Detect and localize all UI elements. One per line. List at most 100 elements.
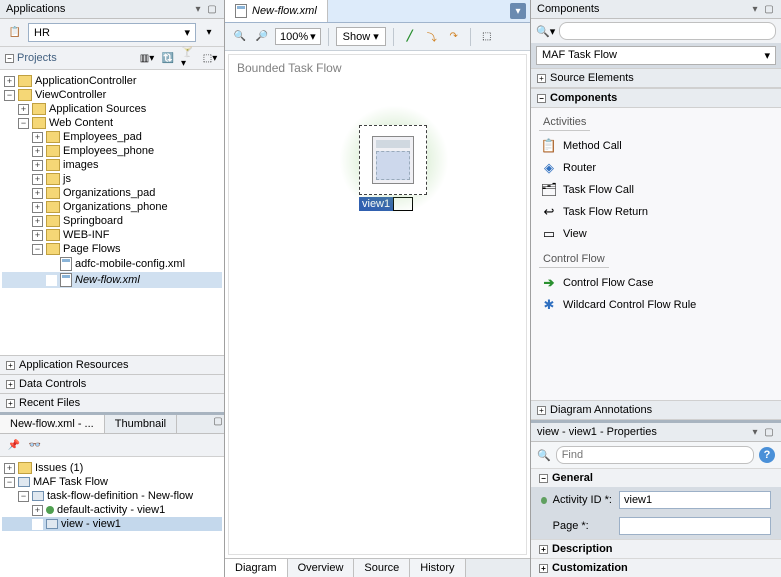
tree-node-default-activity[interactable]: +default-activity - view1 bbox=[2, 503, 222, 517]
project-layout-btn[interactable]: ⬚▾ bbox=[201, 50, 219, 66]
tab-source[interactable]: Source bbox=[354, 559, 410, 577]
tree-node-viewcontroller[interactable]: −ViewController bbox=[2, 88, 222, 102]
zoom-out-icon[interactable]: 🔎 bbox=[253, 29, 271, 45]
help-icon[interactable]: ? bbox=[759, 447, 775, 463]
application-selector[interactable]: HR ▾ bbox=[28, 23, 196, 42]
view-activity-node[interactable]: view1 bbox=[359, 125, 429, 211]
chevron-down-icon: ▾ bbox=[764, 49, 770, 62]
chevron-down-icon: ▾ bbox=[373, 30, 379, 43]
component-search-input[interactable] bbox=[559, 22, 776, 40]
source-elements-section[interactable]: +Source Elements bbox=[531, 68, 781, 88]
page-input[interactable] bbox=[619, 517, 771, 535]
thumbnail-tab[interactable]: Thumbnail bbox=[105, 415, 177, 433]
tree-node-images[interactable]: +images bbox=[2, 158, 222, 172]
tree-node-empphone[interactable]: +Employees_phone bbox=[2, 144, 222, 158]
app-dropdown-icon[interactable]: 📋 bbox=[6, 25, 24, 41]
property-find-input[interactable] bbox=[556, 446, 754, 464]
page-label: Page *: bbox=[553, 520, 613, 532]
tree-node-springboard[interactable]: +Springboard bbox=[2, 214, 222, 228]
comp-wildcard-flow[interactable]: ✱Wildcard Control Flow Rule bbox=[531, 294, 781, 316]
project-tree[interactable]: +ApplicationController −ViewController +… bbox=[0, 70, 224, 355]
comp-view[interactable]: ▭View bbox=[531, 223, 781, 245]
description-section[interactable]: +Description bbox=[531, 539, 781, 558]
components-panel-header[interactable]: Components ▾▢ bbox=[531, 0, 781, 19]
xml-file-icon bbox=[235, 4, 247, 18]
projects-collapse-icon[interactable]: − bbox=[5, 54, 14, 63]
canvas-title: Bounded Task Flow bbox=[237, 61, 342, 75]
comp-router[interactable]: ◈Router bbox=[531, 157, 781, 179]
recent-files-section[interactable]: +Recent Files bbox=[0, 393, 224, 412]
panel-menu-icon[interactable]: ▾ bbox=[192, 3, 204, 15]
panel-menu-icon[interactable]: ▾ bbox=[749, 426, 761, 438]
refresh-btn[interactable]: 🔃 bbox=[159, 50, 177, 66]
panel-restore-icon[interactable]: ▢ bbox=[763, 3, 775, 15]
comp-method-call[interactable]: 📋Method Call bbox=[531, 135, 781, 157]
working-sets-btn[interactable]: 🍸▾ bbox=[180, 50, 198, 66]
editor-tab[interactable]: New-flow.xml bbox=[225, 0, 328, 22]
comp-taskflow-call[interactable]: 🗂Task Flow Call bbox=[531, 179, 781, 201]
applications-label: Applications bbox=[6, 3, 65, 15]
project-display-btn[interactable]: ▥▾ bbox=[138, 50, 156, 66]
show-menu[interactable]: Show▾ bbox=[336, 27, 386, 46]
comp-taskflow-return[interactable]: ↩Task Flow Return bbox=[531, 201, 781, 223]
folder-icon bbox=[32, 117, 46, 129]
data-controls-section[interactable]: +Data Controls bbox=[0, 374, 224, 393]
tree-node-view[interactable]: view - view1 bbox=[2, 517, 222, 531]
general-section[interactable]: −General bbox=[531, 468, 781, 487]
structure-tree[interactable]: +Issues (1) −MAF Task Flow −task-flow-de… bbox=[0, 457, 224, 577]
application-name: HR bbox=[34, 27, 50, 39]
folder-icon bbox=[46, 215, 60, 227]
tab-diagram[interactable]: Diagram bbox=[225, 559, 288, 577]
folder-icon bbox=[18, 462, 32, 474]
flow-curve-icon[interactable]: ↷ bbox=[445, 29, 463, 45]
tree-node-emppad[interactable]: +Employees_pad bbox=[2, 130, 222, 144]
folder-icon bbox=[46, 131, 60, 143]
tree-node-webcontent[interactable]: −Web Content bbox=[2, 116, 222, 130]
tree-node-pageflows[interactable]: −Page Flows bbox=[2, 242, 222, 256]
zoom-select[interactable]: 100%▾ bbox=[275, 28, 321, 45]
tree-node-orgpad[interactable]: +Organizations_pad bbox=[2, 186, 222, 200]
tree-node-appsources[interactable]: +Application Sources bbox=[2, 102, 222, 116]
new-view-btn[interactable]: 👓 bbox=[26, 437, 44, 453]
properties-title: view - view1 - Properties bbox=[537, 426, 657, 438]
tab-list-icon[interactable]: ▾ bbox=[510, 3, 526, 19]
folder-icon bbox=[46, 145, 60, 157]
tree-node-js[interactable]: +js bbox=[2, 172, 222, 186]
show-warnings-icon[interactable]: ⬚ bbox=[478, 29, 496, 45]
tree-node-maf[interactable]: −MAF Task Flow bbox=[2, 475, 222, 489]
activity-id-input[interactable] bbox=[619, 491, 771, 509]
panel-restore-icon[interactable]: ▢ bbox=[206, 3, 218, 15]
tree-node-newflow[interactable]: New-flow.xml bbox=[2, 272, 222, 288]
panel-restore-icon[interactable]: ▢ bbox=[212, 415, 224, 427]
editor-tab-title: New-flow.xml bbox=[252, 5, 317, 17]
tree-node-orgphone[interactable]: +Organizations_phone bbox=[2, 200, 222, 214]
tab-history[interactable]: History bbox=[410, 559, 465, 577]
panel-menu-icon[interactable]: ▾ bbox=[749, 3, 761, 15]
properties-panel-header[interactable]: view - view1 - Properties ▾▢ bbox=[531, 423, 781, 442]
router-icon: ◈ bbox=[541, 160, 557, 176]
folder-icon bbox=[46, 201, 60, 213]
flow-straight-icon[interactable]: ╱ bbox=[401, 29, 419, 45]
diagram-canvas[interactable]: Bounded Task Flow view1 bbox=[228, 54, 527, 555]
tree-node-webinf[interactable]: +WEB-INF bbox=[2, 228, 222, 242]
zoom-in-icon[interactable]: 🔍 bbox=[231, 29, 249, 45]
customization-section[interactable]: +Customization bbox=[531, 558, 781, 577]
component-category-select[interactable]: MAF Task Flow▾ bbox=[536, 46, 776, 65]
tree-node-issues[interactable]: +Issues (1) bbox=[2, 461, 222, 475]
panel-restore-icon[interactable]: ▢ bbox=[763, 426, 775, 438]
app-menu-button[interactable]: ▾ bbox=[200, 25, 218, 41]
freeze-btn[interactable]: 📌 bbox=[5, 437, 23, 453]
components-section[interactable]: −Components bbox=[531, 88, 781, 108]
view-icon: ▭ bbox=[541, 226, 557, 242]
tree-node-adfc[interactable]: adfc-mobile-config.xml bbox=[2, 256, 222, 272]
required-indicator bbox=[541, 497, 547, 504]
tree-node-tfd[interactable]: −task-flow-definition - New-flow bbox=[2, 489, 222, 503]
tab-overview[interactable]: Overview bbox=[288, 559, 355, 577]
application-resources-section[interactable]: +Application Resources bbox=[0, 355, 224, 374]
applications-panel-header[interactable]: Applications ▾ ▢ bbox=[0, 0, 224, 19]
diagram-annotations-section[interactable]: +Diagram Annotations bbox=[531, 400, 781, 420]
comp-control-flow-case[interactable]: ➔Control Flow Case bbox=[531, 272, 781, 294]
tree-node-appcontroller[interactable]: +ApplicationController bbox=[2, 74, 222, 88]
structure-tab[interactable]: New-flow.xml - ... bbox=[0, 415, 105, 433]
flow-poly-icon[interactable]: ⤵ bbox=[423, 29, 441, 45]
